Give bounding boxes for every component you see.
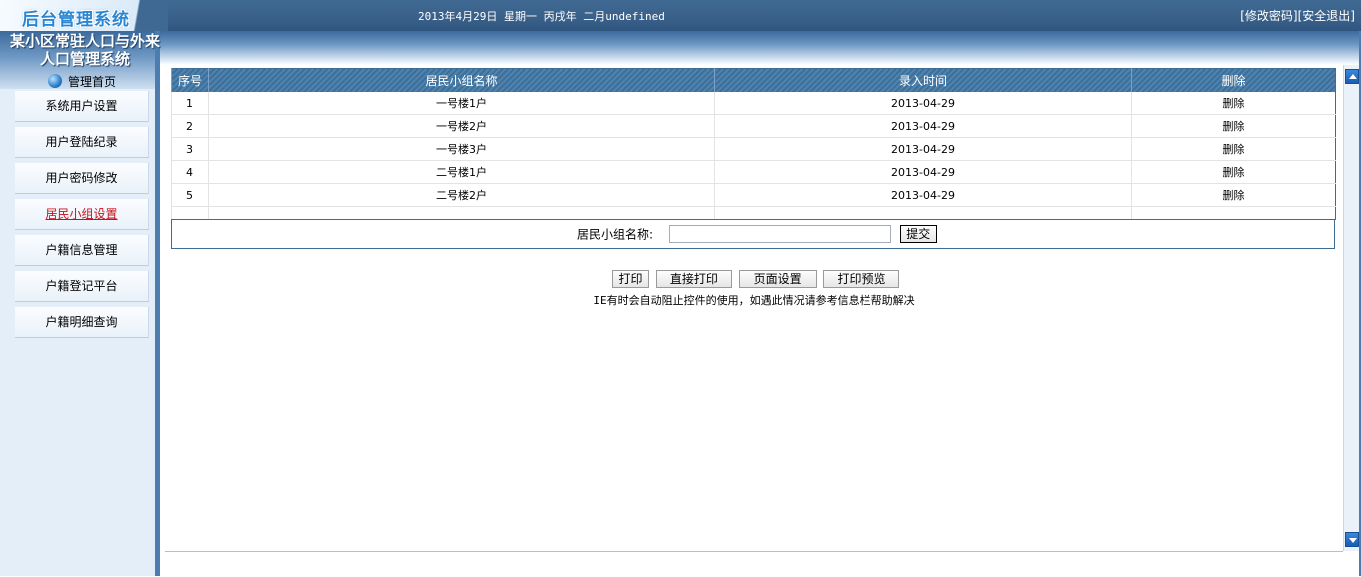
sidebar-item-change-password[interactable]: 用户密码修改 bbox=[15, 163, 149, 194]
row-time: 2013-04-29 bbox=[714, 114, 1132, 138]
change-password-link[interactable]: [修改密码] bbox=[1240, 9, 1297, 23]
logo: 后台管理系统 bbox=[22, 10, 130, 30]
row-time: 2013-04-29 bbox=[714, 137, 1132, 161]
table-row: 3 一号楼3户 2013-04-29 删除 bbox=[171, 137, 1336, 161]
row-time: 2013-04-29 bbox=[714, 183, 1132, 207]
sidebar: 某小区常驻人口与外来 人口管理系统 管理首页 系统用户设置 用户登陆纪录 用户密… bbox=[0, 31, 160, 576]
sidebar-item-household-register[interactable]: 户籍登记平台 bbox=[15, 271, 149, 302]
row-name: 二号楼1户 bbox=[208, 160, 715, 184]
column-header-name: 居民小组名称 bbox=[208, 68, 715, 92]
row-no: 1 bbox=[171, 92, 209, 115]
table-header-row: 序号 居民小组名称 录入时间 删除 bbox=[171, 68, 1336, 92]
bottom-frame bbox=[165, 551, 1343, 577]
add-group-form: 居民小组名称: 提交 bbox=[171, 219, 1335, 249]
row-time: 2013-04-29 bbox=[714, 92, 1132, 115]
scroll-up-icon[interactable] bbox=[1345, 69, 1359, 84]
row-name: 一号楼3户 bbox=[208, 137, 715, 161]
delete-link[interactable]: 删除 bbox=[1131, 183, 1336, 207]
column-header-no: 序号 bbox=[171, 68, 209, 92]
group-name-label: 居民小组名称: bbox=[577, 227, 654, 242]
date-display: 2013年4月29日 星期一 丙戌年 二月undefined bbox=[418, 10, 665, 23]
system-title-line1: 某小区常驻人口与外来 bbox=[9, 32, 160, 50]
page-setup-button[interactable]: 页面设置 bbox=[738, 270, 817, 288]
sidebar-item-system-users[interactable]: 系统用户设置 bbox=[15, 91, 149, 122]
form-row: 居民小组名称: 提交 bbox=[577, 225, 937, 243]
row-no: 5 bbox=[171, 183, 209, 207]
column-header-delete: 删除 bbox=[1131, 68, 1336, 92]
sidebar-item-login-records[interactable]: 用户登陆纪录 bbox=[15, 127, 149, 158]
top-bar: 后台管理系统 2013年4月29日 星期一 丙戌年 二月undefined [修… bbox=[0, 0, 1361, 31]
table-row: 2 一号楼2户 2013-04-29 删除 bbox=[171, 114, 1336, 138]
table-row: 5 二号楼2户 2013-04-29 删除 bbox=[171, 183, 1336, 207]
sidebar-item-household-info[interactable]: 户籍信息管理 bbox=[15, 235, 149, 266]
print-note: IE有时会自动阻止控件的使用，如遇此情况请参考信息栏帮助解决 bbox=[593, 294, 915, 307]
table-row: 4 二号楼1户 2013-04-29 删除 bbox=[171, 160, 1336, 184]
padding-cell bbox=[171, 206, 209, 220]
delete-link[interactable]: 删除 bbox=[1131, 137, 1336, 161]
resident-group-table: 序号 居民小组名称 录入时间 删除 1 一号楼1户 2013-04-29 删除 … bbox=[171, 68, 1336, 220]
home-link[interactable]: 管理首页 bbox=[48, 73, 116, 90]
group-name-input[interactable] bbox=[668, 225, 891, 243]
row-time: 2013-04-29 bbox=[714, 160, 1132, 184]
logout-link[interactable]: [安全退出] bbox=[1298, 9, 1355, 23]
system-title: 某小区常驻人口与外来 人口管理系统 bbox=[0, 32, 170, 68]
top-links: [修改密码][安全退出] bbox=[1240, 7, 1355, 24]
padding-cell bbox=[1131, 206, 1336, 220]
row-name: 一号楼2户 bbox=[208, 114, 715, 138]
print-toolbar: 打印 直接打印 页面设置 打印预览 bbox=[612, 270, 902, 288]
row-no: 3 bbox=[171, 137, 209, 161]
vertical-scrollbar[interactable] bbox=[1343, 65, 1360, 551]
globe-icon bbox=[48, 74, 62, 88]
sidebar-menu: 系统用户设置 用户登陆纪录 用户密码修改 居民小组设置 户籍信息管理 户籍登记平… bbox=[15, 91, 149, 343]
logo-area: 后台管理系统 bbox=[0, 0, 168, 31]
delete-link[interactable]: 删除 bbox=[1131, 160, 1336, 184]
delete-link[interactable]: 删除 bbox=[1131, 114, 1336, 138]
row-no: 2 bbox=[171, 114, 209, 138]
direct-print-button[interactable]: 直接打印 bbox=[655, 270, 732, 288]
table-padding-row bbox=[171, 206, 1336, 220]
sidebar-item-household-query[interactable]: 户籍明细查询 bbox=[15, 307, 149, 338]
row-no: 4 bbox=[171, 160, 209, 184]
submit-button[interactable]: 提交 bbox=[899, 225, 937, 243]
print-button[interactable]: 打印 bbox=[612, 270, 649, 288]
sidebar-item-resident-groups[interactable]: 居民小组设置 bbox=[15, 199, 149, 230]
column-header-time: 录入时间 bbox=[714, 68, 1132, 92]
padding-cell bbox=[208, 206, 715, 220]
table-row: 1 一号楼1户 2013-04-29 删除 bbox=[171, 92, 1336, 115]
home-label: 管理首页 bbox=[68, 75, 117, 89]
print-preview-button[interactable]: 打印预览 bbox=[823, 270, 900, 288]
scroll-down-icon[interactable] bbox=[1345, 532, 1359, 547]
padding-cell bbox=[714, 206, 1132, 220]
main-content: 序号 居民小组名称 录入时间 删除 1 一号楼1户 2013-04-29 删除 … bbox=[165, 65, 1343, 551]
sidebar-header: 某小区常驻人口与外来 人口管理系统 管理首页 bbox=[0, 31, 160, 90]
header-gradient bbox=[160, 31, 1361, 65]
row-name: 一号楼1户 bbox=[208, 92, 715, 115]
delete-link[interactable]: 删除 bbox=[1131, 92, 1336, 115]
row-name: 二号楼2户 bbox=[208, 183, 715, 207]
system-title-line2: 人口管理系统 bbox=[39, 50, 130, 68]
